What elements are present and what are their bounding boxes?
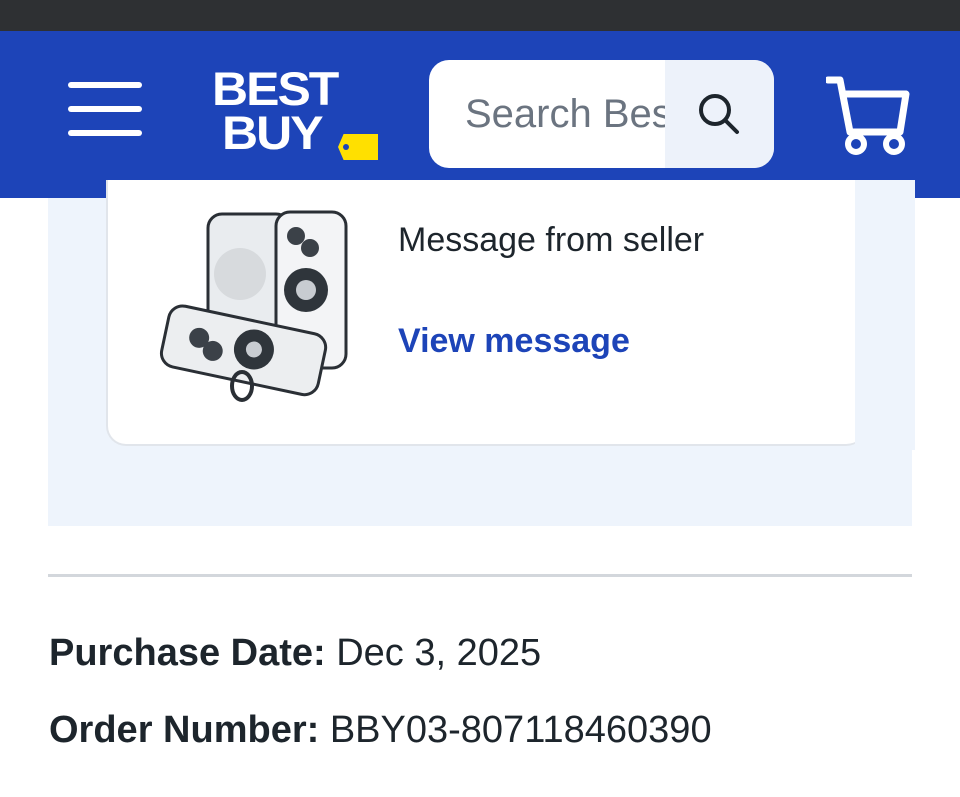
menu-bar bbox=[68, 82, 142, 88]
card-clip bbox=[855, 180, 915, 450]
hamburger-menu-icon[interactable] bbox=[64, 79, 146, 141]
search-button[interactable] bbox=[665, 60, 774, 168]
search-input[interactable] bbox=[429, 60, 665, 168]
best-buy-logo[interactable]: BEST BUY bbox=[210, 64, 382, 164]
search-icon bbox=[699, 94, 739, 134]
purchase-date-value: Dec 3, 2025 bbox=[336, 632, 542, 674]
shopping-cart-icon[interactable] bbox=[824, 74, 910, 158]
view-message-link[interactable]: View message bbox=[398, 322, 630, 361]
top-status-strip bbox=[0, 0, 960, 31]
purchase-date-row: Purchase Date: Dec 3, 2025 bbox=[49, 632, 541, 675]
purchase-date-label: Purchase Date: bbox=[49, 632, 337, 674]
order-number-value: BBY03-807118460390 bbox=[329, 709, 712, 751]
search-box bbox=[429, 60, 774, 168]
seller-message-title: Message from seller bbox=[398, 221, 705, 259]
phone-case-product-image bbox=[159, 210, 348, 402]
logo-tag-hole bbox=[343, 144, 349, 150]
menu-bar bbox=[68, 106, 142, 112]
menu-bar bbox=[68, 130, 142, 136]
order-number-label: Order Number: bbox=[49, 709, 330, 751]
section-divider bbox=[48, 574, 912, 577]
logo-text-line2: BUY bbox=[222, 106, 324, 160]
order-number-row: Order Number: BBY03-807118460390 bbox=[49, 709, 712, 752]
